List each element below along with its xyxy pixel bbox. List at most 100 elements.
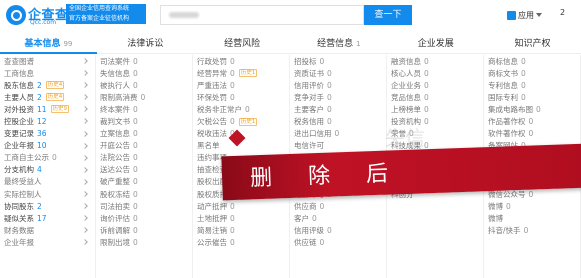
dimension-item[interactable]: 分支机构 4 bbox=[4, 164, 95, 176]
dimension-item[interactable]: 限制高消费 0 bbox=[100, 91, 192, 103]
dimension-item[interactable]: 土地抵押 0 bbox=[197, 212, 289, 224]
dimension-item[interactable]: 对外投资 11 历史9 bbox=[4, 103, 95, 115]
history-tag[interactable]: 历史4 bbox=[45, 81, 65, 90]
search-input[interactable] bbox=[160, 5, 364, 25]
dimension-item[interactable]: 变更记录 36 bbox=[4, 128, 95, 140]
dimension-item[interactable]: 主要人员 2 历史4 bbox=[4, 91, 95, 103]
dimension-item[interactable]: 国际专利 0 bbox=[488, 91, 580, 103]
dimension-item[interactable]: 限制出境 0 bbox=[100, 236, 192, 248]
dimension-item[interactable]: 微博 bbox=[488, 212, 580, 224]
history-tag[interactable]: 历史1 bbox=[238, 117, 258, 126]
apps-label: 应用 bbox=[518, 10, 534, 20]
dimension-item[interactable]: 上榜榜单 0 bbox=[391, 103, 483, 115]
dimension-item[interactable]: 微博 0 bbox=[488, 200, 580, 212]
tab-5[interactable]: 知识产权 bbox=[484, 34, 581, 54]
dimension-column: 查查图谱 工商信息 股东信息 2 历史4 主要人员 2 历史4 对外投资 11 历史9 控股企业 12 变… bbox=[0, 55, 97, 278]
dimension-item[interactable]: 招投标 0 bbox=[294, 55, 386, 67]
dimension-item[interactable]: 被执行人 0 bbox=[100, 79, 192, 91]
dimension-count: 0 bbox=[327, 80, 332, 90]
dimension-item[interactable]: 控股企业 12 bbox=[4, 115, 95, 127]
dimension-item[interactable]: 最终受益人 bbox=[4, 176, 95, 188]
dimension-item[interactable]: 集成电路布图 0 bbox=[488, 103, 580, 115]
dimension-item[interactable]: 环保处罚 0 bbox=[197, 91, 289, 103]
dimension-item[interactable]: 工商信息 bbox=[4, 67, 95, 79]
dimension-item[interactable]: 立案信息 0 bbox=[100, 128, 192, 140]
dimension-item[interactable]: 疑似关系 17 bbox=[4, 212, 95, 224]
dimension-count: 0 bbox=[424, 92, 429, 102]
tab-2[interactable]: 经营风险 bbox=[194, 34, 291, 54]
dimension-item[interactable]: 企业年报 10 bbox=[4, 140, 95, 152]
dimension-item[interactable]: 企业年报 bbox=[4, 236, 95, 248]
dimension-item[interactable]: 信用评价 0 bbox=[294, 79, 386, 91]
dimension-item[interactable]: 破产重整 0 bbox=[100, 176, 192, 188]
dimension-item[interactable]: 税务信用 0 bbox=[294, 115, 386, 127]
dimension-item[interactable]: 公示催告 0 bbox=[197, 236, 289, 248]
tab-label: 知识产权 bbox=[514, 39, 551, 49]
dimension-item[interactable]: 询价评估 0 bbox=[100, 212, 192, 224]
dimension-item[interactable]: 供应链 0 bbox=[294, 236, 386, 248]
corner-badge[interactable]: 2 bbox=[560, 8, 578, 22]
dimension-item[interactable]: 严重违法 0 bbox=[197, 79, 289, 91]
dimension-item[interactable]: 软件著作权 0 bbox=[488, 128, 580, 140]
dimension-item[interactable]: 行政处罚 0 bbox=[197, 55, 289, 67]
dimension-item[interactable]: 黑名单 bbox=[197, 140, 289, 152]
dimension-item[interactable]: 终本案件 0 bbox=[100, 103, 192, 115]
dimension-item[interactable]: 简易注销 0 bbox=[197, 224, 289, 236]
tab-label: 法律诉讼 bbox=[127, 39, 164, 49]
apps-menu-button[interactable]: 应用 bbox=[507, 8, 542, 22]
tab-1[interactable]: 法律诉讼 bbox=[97, 34, 194, 54]
dimension-item[interactable]: 电信许可 bbox=[294, 140, 386, 152]
dimension-item[interactable]: 客户 0 bbox=[294, 212, 386, 224]
history-tag[interactable]: 历史4 bbox=[45, 93, 65, 102]
dimension-item[interactable]: 税务非正常户 0 bbox=[197, 103, 289, 115]
qcc-logo[interactable]: 企查查 Qcc.com bbox=[6, 3, 68, 27]
tab-4[interactable]: 企业发展 bbox=[387, 34, 484, 54]
dimension-item[interactable]: 竞品信息 0 bbox=[391, 91, 483, 103]
dimension-item[interactable]: 送达公告 0 bbox=[100, 164, 192, 176]
history-tag[interactable]: 历史1 bbox=[238, 69, 258, 78]
dimension-item[interactable]: 动产抵押 0 bbox=[197, 200, 289, 212]
apps-grid-icon bbox=[507, 10, 516, 20]
dimension-item[interactable]: 查查图谱 bbox=[4, 55, 95, 67]
dimension-item[interactable]: 融资信息 0 bbox=[391, 55, 483, 67]
dimension-item[interactable]: 股东信息 2 历史4 bbox=[4, 79, 95, 91]
dimension-item[interactable]: 供应商 0 bbox=[294, 200, 386, 212]
dimension-item[interactable]: 主要客户 0 bbox=[294, 103, 386, 115]
tab-0[interactable]: 基本信息 99 bbox=[0, 34, 97, 54]
dimension-item[interactable]: 经营异常 0 历史1 bbox=[197, 67, 289, 79]
dimension-item[interactable]: 作品著作权 0 bbox=[488, 115, 580, 127]
dimension-item[interactable]: 商标文书 0 bbox=[488, 67, 580, 79]
dimension-item[interactable]: 进出口信用 0 bbox=[294, 128, 386, 140]
dimension-item[interactable]: 信用评级 0 bbox=[294, 224, 386, 236]
dimension-item[interactable]: 企业业务 0 bbox=[391, 79, 483, 91]
dimension-item[interactable]: 专利信息 0 bbox=[488, 79, 580, 91]
dimension-item[interactable]: 协同股东 2 bbox=[4, 200, 95, 212]
dimension-item[interactable]: 法院公告 0 bbox=[100, 152, 192, 164]
dimension-item[interactable]: 诉前调解 0 bbox=[100, 224, 192, 236]
dimension-item[interactable]: 资质证书 0 bbox=[294, 67, 386, 79]
dimension-item[interactable]: 司法案件 0 bbox=[100, 55, 192, 67]
dimension-item[interactable]: 股权冻结 0 bbox=[100, 188, 192, 200]
dimension-item[interactable]: 工商自主公示 0 bbox=[4, 152, 95, 164]
dimension-label: 供应链 bbox=[294, 237, 317, 247]
dimension-label: 主要人员 bbox=[4, 92, 34, 102]
dimension-item[interactable]: 实际控制人 bbox=[4, 188, 95, 200]
dimension-item[interactable]: 商标信息 0 bbox=[488, 55, 580, 67]
dimension-label: 经营异常 bbox=[197, 68, 228, 78]
dimension-item[interactable]: 裁判文书 0 bbox=[100, 115, 192, 127]
dimension-item[interactable]: 财务数据 bbox=[4, 224, 95, 236]
dimension-label: 欠税公告 bbox=[197, 117, 228, 127]
dimension-item[interactable]: 抖音/快手 0 bbox=[488, 224, 580, 236]
dimension-item[interactable]: 核心人员 0 bbox=[391, 67, 483, 79]
dimension-item[interactable]: 开庭公告 0 bbox=[100, 140, 192, 152]
dimension-item[interactable]: 失信信息 0 bbox=[100, 67, 192, 79]
tab-3[interactable]: 经营信息 1 bbox=[290, 34, 387, 54]
dimension-label: 工商信息 bbox=[4, 68, 34, 78]
history-tag[interactable]: 历史9 bbox=[50, 105, 70, 114]
dimension-item[interactable]: 竞争对手 0 bbox=[294, 91, 386, 103]
dimension-label: 供应商 bbox=[294, 201, 317, 211]
dimension-item[interactable]: 欠税公告 0 历史1 bbox=[197, 115, 289, 127]
chevron-right-icon bbox=[82, 130, 88, 137]
search-button[interactable]: 查一下 bbox=[364, 5, 412, 25]
dimension-item[interactable]: 司法拍卖 0 bbox=[100, 200, 192, 212]
